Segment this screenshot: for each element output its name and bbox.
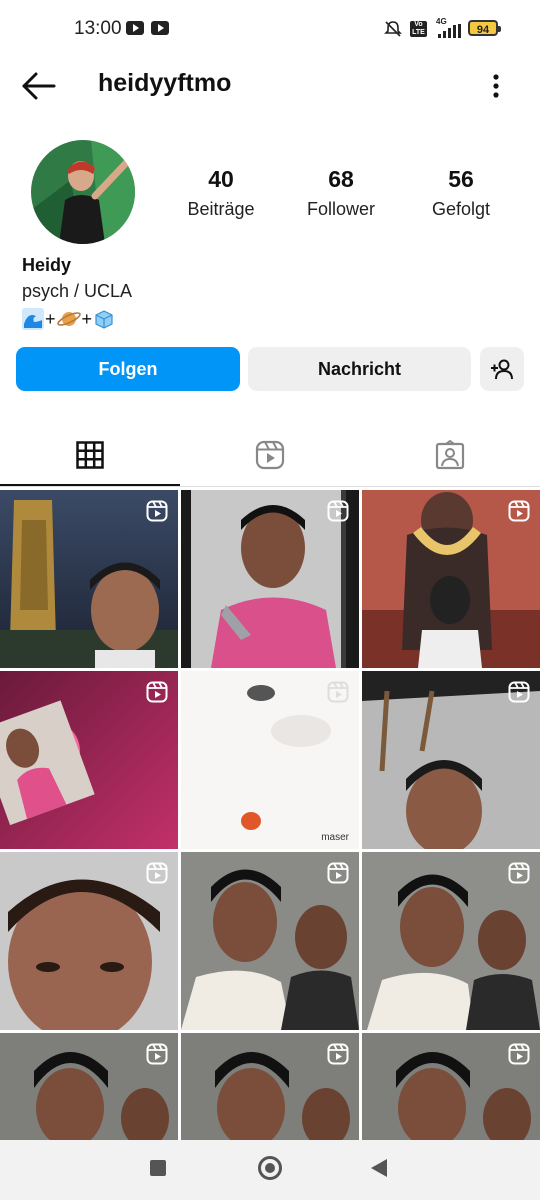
- reel-indicator-icon: [327, 681, 349, 703]
- post-thumbnail[interactable]: [0, 1033, 178, 1140]
- grid-icon: [76, 441, 104, 469]
- watermark-label: maser: [321, 832, 349, 843]
- post-thumbnail[interactable]: [0, 852, 178, 1030]
- battery-indicator: 94: [468, 20, 501, 36]
- planet-icon: [56, 312, 81, 326]
- tab-tagged[interactable]: [360, 425, 540, 485]
- suggest-user-button[interactable]: [480, 347, 524, 391]
- back-arrow-icon[interactable]: [20, 68, 60, 104]
- stat-following[interactable]: 56 Gefolgt: [401, 166, 521, 220]
- tabs-divider: [0, 486, 540, 487]
- bio-plus: +: [81, 308, 93, 329]
- stat-posts[interactable]: 40 Beiträge: [161, 166, 281, 220]
- reel-indicator-icon: [508, 1043, 530, 1065]
- system-navigation-bar: [0, 1140, 540, 1200]
- reel-indicator-icon: [327, 500, 349, 522]
- profile-bio-symbols: + +: [22, 306, 115, 332]
- post-thumbnail[interactable]: [181, 1033, 359, 1140]
- profile-username: heidyyftmo: [98, 69, 232, 97]
- profile-bio: psych / UCLA: [22, 281, 133, 301]
- stat-following-value: 56: [448, 166, 474, 192]
- home-button-icon[interactable]: [258, 1156, 282, 1180]
- post-thumbnail[interactable]: [362, 852, 540, 1030]
- add-person-icon: [491, 359, 513, 380]
- profile-tabs: [0, 425, 540, 487]
- reel-indicator-icon: [508, 862, 530, 884]
- status-bar: 13:00 Vo LTE 4G 94: [0, 0, 540, 60]
- reel-indicator-icon: [327, 862, 349, 884]
- bio-plus: +: [45, 308, 56, 329]
- stat-followers-label: Follower: [306, 199, 376, 219]
- stat-followers[interactable]: 68 Follower: [281, 166, 401, 220]
- reel-indicator-icon: [146, 500, 168, 522]
- reel-indicator-icon: [508, 681, 530, 703]
- stat-posts-value: 40: [208, 166, 234, 192]
- post-thumbnail[interactable]: [0, 490, 178, 668]
- youtube-notification-icon: [126, 21, 144, 35]
- ice-cube-icon: [95, 310, 113, 329]
- system-back-button-icon[interactable]: [371, 1159, 387, 1177]
- message-button[interactable]: Nachricht: [248, 347, 471, 391]
- stat-followers-value: 68: [328, 166, 354, 192]
- reels-icon: [255, 440, 285, 470]
- profile-name: Heidy: [22, 255, 72, 275]
- profile-avatar[interactable]: [31, 140, 135, 244]
- reel-indicator-icon: [508, 500, 530, 522]
- profile-header: heidyyftmo: [0, 60, 540, 110]
- mute-icon: [384, 21, 402, 37]
- post-thumbnail[interactable]: [362, 671, 540, 849]
- reel-indicator-icon: [146, 681, 168, 703]
- tab-reels[interactable]: [180, 425, 360, 485]
- more-options-icon[interactable]: [484, 68, 508, 104]
- wave-icon: [22, 308, 44, 330]
- tab-posts-grid[interactable]: [0, 425, 180, 485]
- stat-posts-label: Beiträge: [187, 199, 255, 219]
- volte-icon: Vo LTE: [410, 21, 427, 37]
- post-thumbnail[interactable]: [181, 490, 359, 668]
- tagged-icon: [435, 440, 465, 470]
- follow-button[interactable]: Folgen: [16, 347, 240, 391]
- post-thumbnail[interactable]: [362, 490, 540, 668]
- post-thumbnail[interactable]: [362, 1033, 540, 1140]
- stat-following-label: Gefolgt: [431, 199, 491, 219]
- reel-indicator-icon: [146, 1043, 168, 1065]
- youtube-notification-icon: [151, 21, 169, 35]
- signal-icon: [438, 24, 461, 38]
- status-time: 13:00: [74, 18, 122, 39]
- recents-button-icon[interactable]: [150, 1160, 166, 1176]
- post-thumbnail[interactable]: [0, 671, 178, 849]
- reel-indicator-icon: [327, 1043, 349, 1065]
- reel-indicator-icon: [146, 862, 168, 884]
- posts-grid: maser: [0, 490, 540, 1140]
- post-thumbnail[interactable]: maser: [181, 671, 359, 849]
- post-thumbnail[interactable]: [181, 852, 359, 1030]
